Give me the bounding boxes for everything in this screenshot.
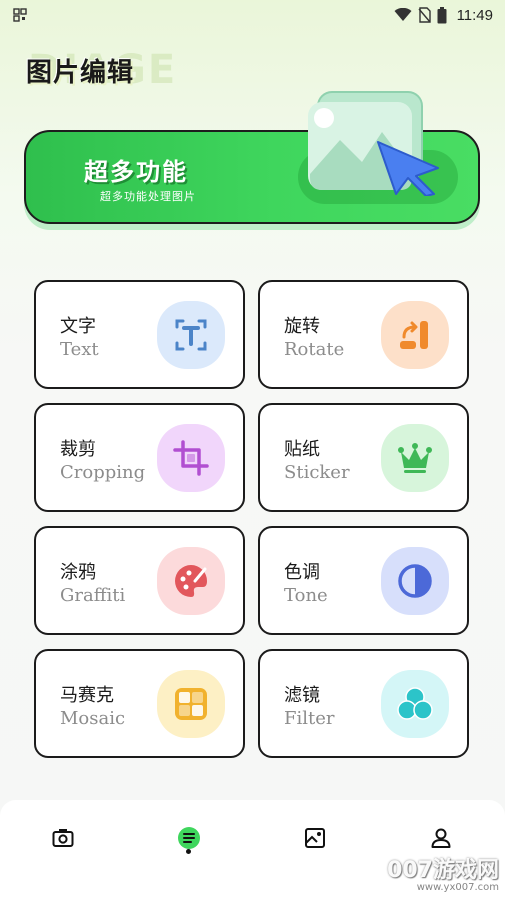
tool-card-title: 裁剪 <box>60 439 96 460</box>
tool-card-title: 文字 <box>60 316 96 337</box>
tool-card-title: 马赛克 <box>60 685 114 706</box>
page-title: 图片编辑 <box>26 58 135 88</box>
banner-title: 超多功能 <box>84 158 188 186</box>
camera-icon <box>52 829 74 847</box>
tool-card-sticker[interactable]: 贴纸 Sticker <box>258 403 469 512</box>
banner-subtitle: 超多功能处理图片 <box>100 190 196 203</box>
tool-card-rotate[interactable]: 旋转 Rotate <box>258 280 469 389</box>
tool-card-subtitle: Text <box>60 339 99 360</box>
nav-profile[interactable] <box>423 820 459 856</box>
tool-card-filter[interactable]: 滤镜 Filter <box>258 649 469 758</box>
filter-circles-icon <box>381 670 449 738</box>
tool-card-subtitle: Sticker <box>284 462 350 483</box>
tool-card-cropping[interactable]: 裁剪 Cropping <box>34 403 245 512</box>
crop-icon <box>157 424 225 492</box>
picture-cursor-illustration <box>308 91 439 196</box>
crown-icon <box>381 424 449 492</box>
nav-camera[interactable] <box>45 820 81 856</box>
mosaic-icon <box>157 670 225 738</box>
tool-card-subtitle: Mosaic <box>60 708 126 729</box>
tool-card-title: 贴纸 <box>284 439 320 460</box>
tool-card-text[interactable]: 文字 Text <box>34 280 245 389</box>
tool-card-graffiti[interactable]: 涂鸦 Graffiti <box>34 526 245 635</box>
tool-card-subtitle: Filter <box>284 708 335 729</box>
profile-icon <box>431 828 451 848</box>
contrast-icon <box>381 547 449 615</box>
watermark-text: 007游戏网 <box>387 858 499 883</box>
battery-icon <box>437 6 447 23</box>
site-watermark: 007游戏网 www.yx007.com <box>387 852 499 893</box>
status-right: 11:49 <box>394 4 493 26</box>
tool-card-tone[interactable]: 色调 Tone <box>258 526 469 635</box>
palette-icon <box>157 547 225 615</box>
nav-gallery[interactable] <box>297 820 333 856</box>
image-icon <box>305 828 325 848</box>
tool-card-subtitle: Graffiti <box>60 585 126 606</box>
tool-card-title: 旋转 <box>284 316 320 337</box>
tool-card-title: 涂鸦 <box>60 562 96 583</box>
tool-card-subtitle: Rotate <box>284 339 345 360</box>
tool-card-title: 色调 <box>284 562 320 583</box>
menu-list-icon <box>178 827 200 849</box>
tool-card-mosaic[interactable]: 马赛克 Mosaic <box>34 649 245 758</box>
tool-card-subtitle: Cropping <box>60 462 146 483</box>
status-time: 11:49 <box>456 6 493 24</box>
active-indicator <box>186 849 191 854</box>
tool-card-subtitle: Tone <box>284 585 328 606</box>
tool-card-title: 滤镜 <box>284 685 320 706</box>
status-bar: 11:49 <box>0 0 505 30</box>
wifi-icon <box>394 8 412 21</box>
rotate-icon <box>381 301 449 369</box>
no-sim-icon <box>418 7 431 23</box>
qr-grid-icon <box>13 8 27 22</box>
text-frame-icon <box>157 301 225 369</box>
